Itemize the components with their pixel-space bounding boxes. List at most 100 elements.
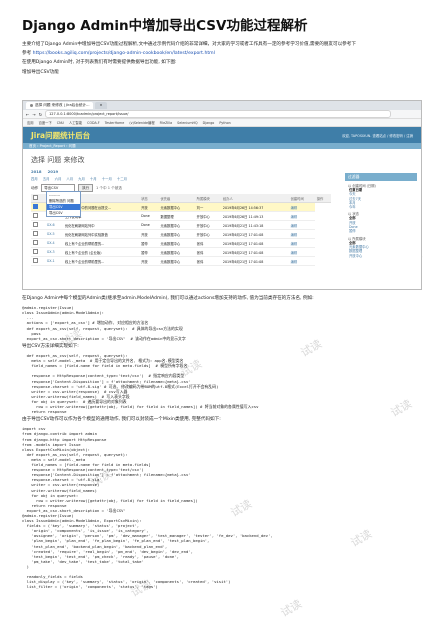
- bookmark-item[interactable]: 人工智能: [69, 120, 82, 125]
- paragraph-2: 增加导出CSV功能: [22, 69, 59, 75]
- row-link[interactable]: GX-1: [44, 256, 63, 266]
- bookmark-item[interactable]: 百度一下: [39, 120, 52, 125]
- row-link[interactable]: 编辑: [288, 202, 315, 212]
- back-icon[interactable]: ←: [26, 112, 29, 117]
- bookmark-item[interactable]: Python: [219, 121, 230, 125]
- row-link[interactable]: GX-6: [44, 220, 63, 230]
- page-title: Django Admin中增加导出CSV功能过程解析: [22, 18, 308, 34]
- row-select-cell[interactable]: [31, 247, 45, 257]
- action-option[interactable]: 导出CSV: [47, 210, 80, 216]
- row-cell: 2019年6月21日 17:01:08: [220, 247, 289, 257]
- row-cell: Done: [139, 211, 159, 221]
- bookmark-item[interactable]: Django: [203, 121, 215, 125]
- row-cell: 元素数据中心: [158, 202, 195, 212]
- column-header[interactable]: 操作: [314, 194, 331, 203]
- row-cell: 元素数据中心: [158, 229, 195, 239]
- row-link[interactable]: 编辑: [288, 229, 315, 239]
- breadcrumb[interactable]: 首页 › Project_Report › 问题: [23, 143, 421, 149]
- row-checkbox[interactable]: [33, 249, 38, 254]
- row-link[interactable]: 编辑: [288, 256, 315, 266]
- row-cell: 元素数据中心: [158, 256, 195, 266]
- browser-tab-active[interactable]: 选择 问题 来修改 | Jira后台统计...: [26, 102, 94, 109]
- row-cell: 开放: [139, 202, 159, 212]
- date-month-link[interactable]: 四月: [31, 176, 38, 181]
- date-month-link[interactable]: 九月: [78, 176, 85, 181]
- paragraph-5: 由于导出CSV动作可以作为各个模型的通用动作, 我们可以封装成一个Mixin类使…: [22, 417, 221, 423]
- row-cell: 数据整理: [158, 211, 195, 221]
- date-year-link[interactable]: 2018: [31, 169, 42, 174]
- admin-header: Jira问题统计后台 欢迎, TAPOSIXUN. 查看站点 / 修改密码 / …: [23, 127, 421, 143]
- reference-link[interactable]: https://books.agiliq.com/projects/django…: [33, 51, 215, 56]
- url-input[interactable]: 127.0.0.1:8000/tcadmin/project_report/is…: [45, 110, 391, 118]
- forward-icon[interactable]: →: [32, 112, 35, 117]
- date-month-link[interactable]: 六月: [55, 176, 62, 181]
- column-header[interactable]: 经办人: [220, 194, 289, 203]
- action-bar: 动作 导出CSV 执行 1 个中 1 个被选 --------- 删除所选的 问题…: [31, 184, 331, 217]
- date-month-link[interactable]: 十一月: [102, 176, 112, 181]
- filter-item[interactable]: 暂停: [345, 229, 417, 233]
- row-checkbox[interactable]: [33, 240, 38, 245]
- row-link[interactable]: GX-3: [44, 247, 63, 257]
- filter-item[interactable]: 开放中心: [345, 254, 417, 258]
- select-all-checkbox[interactable]: [33, 195, 38, 200]
- row-cell: 线上有个企业的帮助里的...: [62, 238, 140, 248]
- date-month-link[interactable]: 八月: [66, 176, 73, 181]
- bookmark-item[interactable]: TesterHome: [105, 121, 125, 125]
- row-cell: 线上有个企业的 (企业版): [62, 247, 140, 257]
- bookmark-item[interactable]: (v)Selenide编程: [129, 120, 154, 125]
- paragraph-4: 导出CSV方法详细实现如下:: [22, 343, 79, 349]
- column-header[interactable]: 创建时间: [288, 194, 315, 203]
- code-block-1: @admin.register(Issue) class IssueAdmin(…: [22, 305, 186, 341]
- row-link[interactable]: 编辑: [288, 247, 315, 257]
- row-cell: 开放: [139, 229, 159, 239]
- admin-brand: Jira问题统计后台: [31, 130, 91, 140]
- row-cell: 张伟: [194, 256, 221, 266]
- changelist: 选择 问题 来修改 2018 2019 四月 五月 六月 八月 九月 十月 十一月 十二月 动作…: [31, 153, 331, 266]
- row-cell: 元素数据中心: [158, 220, 195, 230]
- action-dropdown: --------- 删除所选的 问题 导出CSV 导出CSV: [46, 191, 81, 217]
- column-header[interactable]: 所属模块: [194, 194, 221, 203]
- row-checkbox[interactable]: [33, 258, 38, 263]
- row-select-cell[interactable]: [31, 202, 45, 212]
- row-checkbox[interactable]: [33, 231, 38, 236]
- date-month-link[interactable]: 十月: [90, 176, 97, 181]
- row-select-cell[interactable]: [31, 220, 45, 230]
- row-link[interactable]: 编辑: [288, 238, 315, 248]
- table-row: GX-5 优化在刷新网站列中实验数值 开放 元素数据中心 开放中心 2019年6月21日 …: [31, 229, 331, 239]
- reload-icon[interactable]: ↻: [39, 112, 42, 117]
- admin-user-tools[interactable]: 欢迎, TAPOSIXUN. 查看站点 / 修改密码 / 注销: [342, 133, 413, 138]
- row-cell: 2019年6月26日 14:56:37: [220, 202, 289, 212]
- date-month-link[interactable]: 十二月: [117, 176, 127, 181]
- column-header[interactable]: 优先级: [158, 194, 195, 203]
- row-link[interactable]: GX-4: [44, 238, 63, 248]
- row-cell: 优化在刷新网站列中实验数值: [62, 229, 140, 239]
- select-all-header[interactable]: [31, 194, 45, 203]
- row-select-cell[interactable]: [31, 211, 45, 221]
- row-checkbox[interactable]: [33, 204, 38, 209]
- row-link[interactable]: GX-5: [44, 229, 63, 239]
- bookmarks-bar: 应用 百度一下 CNU 人工智能 CODA.F TesterHome (v)Selenide…: [23, 119, 421, 127]
- row-select-cell[interactable]: [31, 229, 45, 239]
- bookmark-item[interactable]: SeleniumHQ: [177, 121, 197, 125]
- bookmark-item[interactable]: CODA.F: [87, 121, 100, 125]
- date-month-link[interactable]: 五月: [43, 176, 50, 181]
- row-cell: 张伟: [194, 238, 221, 248]
- row-link[interactable]: 编辑: [288, 220, 315, 230]
- row-link[interactable]: 编辑: [288, 211, 315, 221]
- row-cell: 优化在刷新网站列中: [62, 220, 140, 230]
- row-cell: 张伟: [194, 247, 221, 257]
- row-select-cell[interactable]: [31, 256, 45, 266]
- bookmark-item[interactable]: CNU: [57, 121, 64, 125]
- bookmark-item[interactable]: FileZilla: [160, 121, 173, 125]
- row-cell: 2019年6月21日 17:01:08: [220, 238, 289, 248]
- row-cell: 暂停: [139, 238, 159, 248]
- browser-tab-close[interactable]: ×: [95, 102, 107, 109]
- row-select-cell[interactable]: [31, 238, 45, 248]
- column-header[interactable]: 状态: [139, 194, 159, 203]
- row-checkbox[interactable]: [33, 213, 38, 218]
- filter-heading: 过滤器: [345, 173, 417, 181]
- date-year-link[interactable]: 2019: [48, 169, 59, 174]
- bookmark-item[interactable]: 应用: [27, 120, 34, 125]
- filter-item[interactable]: 今年: [345, 205, 417, 209]
- row-checkbox[interactable]: [33, 222, 38, 227]
